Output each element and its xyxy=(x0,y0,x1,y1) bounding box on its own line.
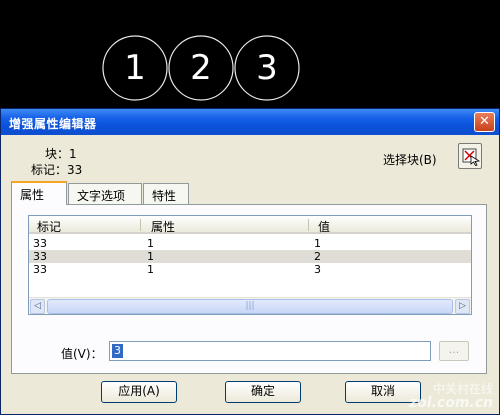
cell-attribute: 1 xyxy=(147,263,154,276)
tag-name-label: 标记：33 xyxy=(31,163,83,177)
watermark-line-2: zol.com.cn xyxy=(409,395,493,411)
table-row[interactable]: 33 1 3 xyxy=(29,263,471,276)
tab-text-options[interactable]: 文字选项 xyxy=(68,183,142,205)
value-input-text: 3 xyxy=(112,344,123,358)
cell-value: 3 xyxy=(314,263,321,276)
scroll-right-icon[interactable]: ▷ xyxy=(455,299,470,314)
column-header-attribute[interactable]: 属性 xyxy=(151,218,175,235)
cell-value: 2 xyxy=(314,250,321,263)
close-button[interactable]: ✕ xyxy=(474,112,495,132)
watermark: 中关村在线 zol.com.cn xyxy=(409,382,493,410)
cell-value: 1 xyxy=(314,237,321,250)
select-block-label: 选择块(B) xyxy=(383,153,437,167)
pick-block-icon xyxy=(462,148,480,166)
title-bar[interactable]: 增强属性编辑器 ✕ xyxy=(1,109,499,135)
value-input[interactable]: 3 xyxy=(109,341,431,361)
tab-properties[interactable]: 特性 xyxy=(143,183,189,205)
column-separator[interactable] xyxy=(140,219,141,231)
table-row[interactable]: 33 1 1 xyxy=(29,237,471,250)
watermark-line-1: 中关村在线 xyxy=(432,382,493,396)
column-header-value[interactable]: 值 xyxy=(318,218,330,235)
tab-attributes[interactable]: 属性 xyxy=(11,181,67,205)
scrollbar-thumb[interactable]: ||| xyxy=(47,299,453,314)
drawing-canvas[interactable]: 1 2 3 xyxy=(0,0,500,108)
cell-tag: 33 xyxy=(33,250,47,263)
column-header-tag[interactable]: 标记 xyxy=(37,218,61,235)
cell-tag: 33 xyxy=(33,237,47,250)
block-name-label: 块：1 xyxy=(45,147,77,161)
apply-button[interactable]: 应用(A) xyxy=(101,381,177,403)
cell-tag: 33 xyxy=(33,263,47,276)
cell-attribute: 1 xyxy=(147,237,154,250)
dialog-title: 增强属性编辑器 xyxy=(9,117,97,131)
list-header: 标记 属性 值 xyxy=(29,216,471,234)
ellipsis-button[interactable]: ... xyxy=(439,341,469,361)
circle-label-1: 1 xyxy=(124,48,146,88)
circle-label-3: 3 xyxy=(256,48,278,88)
horizontal-scrollbar[interactable]: ◁ ||| ▷ xyxy=(29,297,471,314)
column-separator[interactable] xyxy=(308,219,309,231)
cell-attribute: 1 xyxy=(147,250,154,263)
ok-button[interactable]: 确定 xyxy=(225,381,301,403)
circle-label-2: 2 xyxy=(190,48,212,88)
scroll-left-icon[interactable]: ◁ xyxy=(30,299,45,314)
table-row[interactable]: 33 1 2 xyxy=(29,250,471,263)
select-block-button[interactable] xyxy=(458,143,482,169)
enhanced-attribute-editor-dialog: 增强属性编辑器 ✕ 块：1 标记：33 选择块(B) 属性 文字选项 特性 标记… xyxy=(0,108,500,415)
value-label: 值(V)： xyxy=(61,347,103,361)
attribute-list[interactable]: 标记 属性 值 33 1 1 33 1 2 33 1 3 ◁ ||| ▷ xyxy=(28,215,472,315)
